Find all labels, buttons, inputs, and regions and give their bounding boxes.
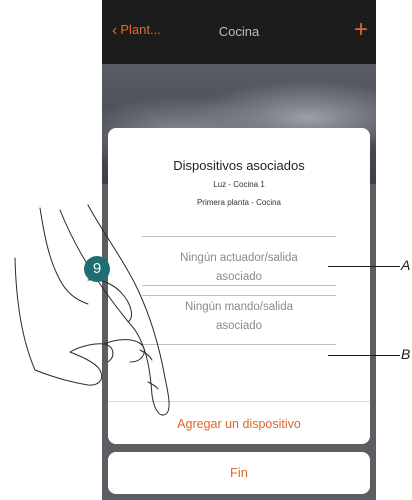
callout-b-label: B xyxy=(401,346,411,362)
command-slot[interactable]: Ningún mando/salida asociado xyxy=(142,285,336,345)
command-slot-text-2: asociado xyxy=(215,320,263,332)
dialog-device-location: Primera planta - Cocina xyxy=(196,198,282,207)
dialog-title: Dispositivos asociados xyxy=(173,158,305,173)
command-slot-text-1: Ningún mando/salida xyxy=(184,301,294,313)
callout-b-line xyxy=(328,355,400,356)
step-number-badge: 9 xyxy=(84,256,110,282)
associated-devices-dialog: Dispositivos asociados Luz - Cocina 1 Pr… xyxy=(108,128,370,444)
callout-a-label: A xyxy=(401,257,411,273)
top-navigation-bar: ‹ Plant... Cocina + xyxy=(102,0,376,64)
add-icon[interactable]: + xyxy=(354,16,368,44)
actuator-slot-text-1: Ningún actuador/salida xyxy=(180,252,298,264)
dialog-device-name: Luz - Cocina 1 xyxy=(213,180,265,189)
fin-button[interactable]: Fin xyxy=(108,452,370,494)
callout-a-line xyxy=(328,266,400,267)
screen-title: Cocina xyxy=(218,24,260,39)
add-device-button[interactable]: Agregar un dispositivo xyxy=(108,402,370,444)
